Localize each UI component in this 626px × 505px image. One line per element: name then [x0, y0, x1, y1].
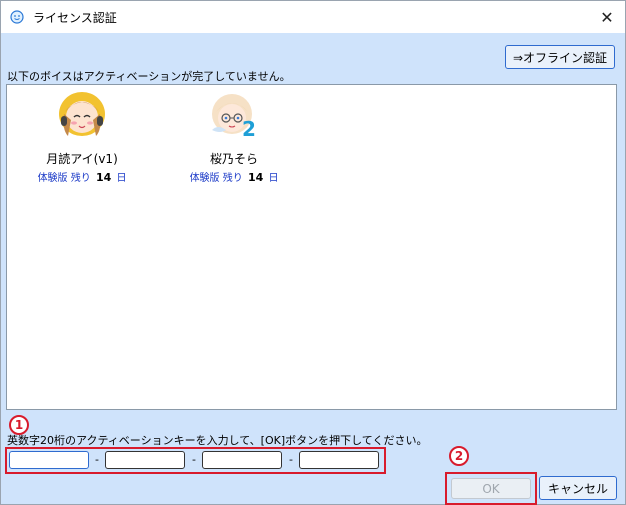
- activation-key-group: - - -: [5, 447, 386, 474]
- voice-avatar-icon: 2: [208, 90, 260, 142]
- key-separator: -: [95, 453, 99, 466]
- voice-item-sora[interactable]: 2 桜乃そら 体験版 残り 14 日: [179, 90, 289, 184]
- not-activated-notice: 以下のボイスはアクティベーションが完了していません。: [7, 70, 291, 83]
- key-separator: -: [289, 453, 293, 466]
- trial-status: 体験版 残り 14 日: [37, 171, 127, 184]
- cancel-button[interactable]: キャンセル: [539, 476, 617, 500]
- window-title: ライセンス認証: [33, 11, 117, 25]
- step-badge-1: 1: [9, 415, 29, 435]
- step-badge-2: 2: [449, 446, 469, 466]
- voice-name: 桜乃そら: [209, 152, 258, 166]
- dialog-body: ⇒オフライン認証 以下のボイスはアクティベーションが完了していません。 月読アイ…: [1, 33, 625, 505]
- trial-days-left: 14: [247, 171, 264, 184]
- close-button[interactable]: ✕: [595, 5, 619, 29]
- svg-text:2: 2: [242, 117, 256, 141]
- license-dialog: ライセンス認証 ✕ ⇒オフライン認証 以下のボイスはアクティベーションが完了して…: [0, 0, 626, 505]
- title-bar: ライセンス認証 ✕: [1, 1, 625, 33]
- ok-button[interactable]: OK: [451, 478, 531, 499]
- activation-key-field-4[interactable]: [299, 451, 379, 469]
- trial-status: 体験版 残り 14 日: [189, 171, 279, 184]
- voice-name: 月読アイ(v1): [46, 152, 118, 166]
- voice-list[interactable]: 月読アイ(v1) 体験版 残り 14 日 2 桜乃そら 体験版 残り 14 日: [6, 84, 617, 410]
- key-separator: -: [192, 453, 196, 466]
- activation-instruction: 英数字20桁のアクティベーションキーを入力して、[OK]ボタンを押下してください…: [7, 434, 428, 447]
- voice-item-yukari[interactable]: 月読アイ(v1) 体験版 残り 14 日: [27, 90, 137, 184]
- trial-days-left: 14: [95, 171, 112, 184]
- voice-avatar-icon: [56, 90, 108, 142]
- activation-key-field-2[interactable]: [105, 451, 185, 469]
- app-face-icon: [10, 10, 24, 24]
- close-icon: ✕: [600, 7, 614, 27]
- offline-activation-button[interactable]: ⇒オフライン認証: [505, 45, 615, 69]
- activation-key-field-3[interactable]: [202, 451, 282, 469]
- activation-key-field-1[interactable]: [9, 451, 89, 469]
- ok-highlight: OK: [445, 472, 537, 505]
